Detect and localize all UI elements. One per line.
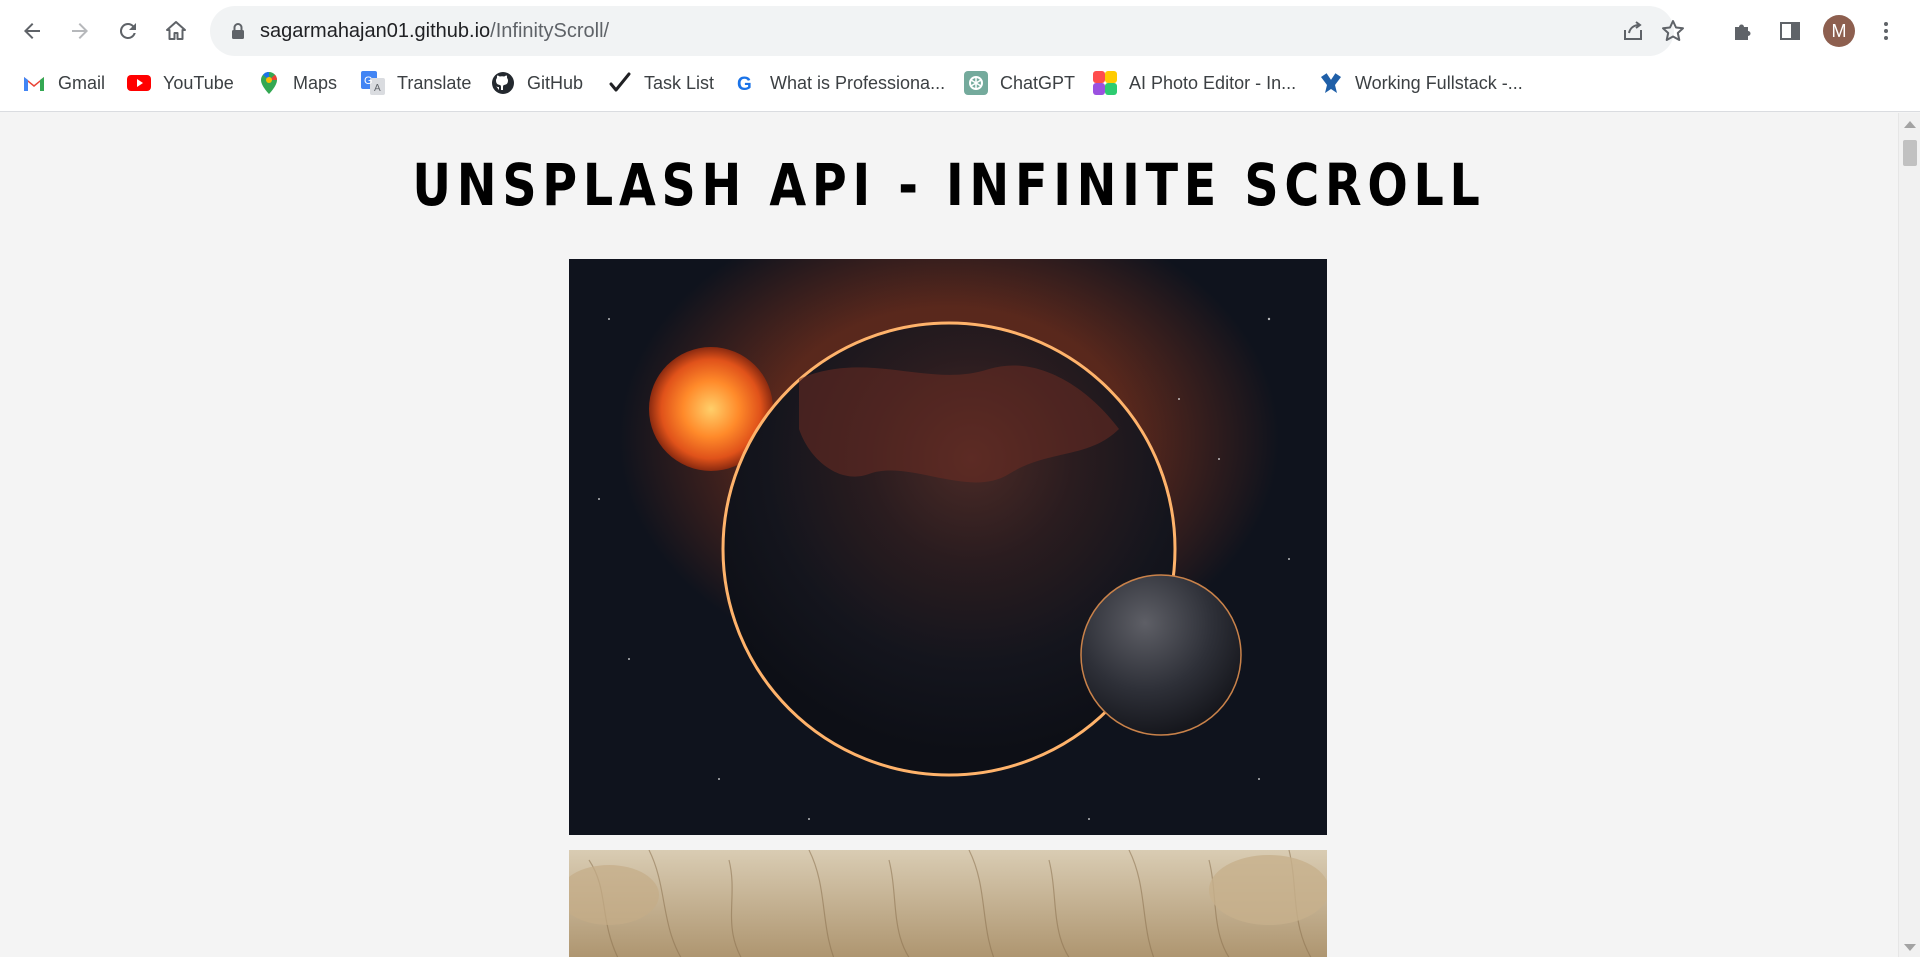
unsplash-image-2[interactable] [569, 850, 1327, 957]
translate-icon: GA [361, 71, 385, 95]
scroll-up-arrow-icon[interactable] [1904, 121, 1916, 128]
animal-fur-image [569, 850, 1327, 957]
checkmark-icon [608, 71, 632, 95]
bookmark-label: Translate [397, 72, 472, 93]
scrollbar-thumb[interactable] [1903, 140, 1917, 166]
bookmark-chatgpt[interactable]: ChatGPT [964, 68, 1075, 98]
github-icon [491, 71, 515, 95]
gmail-icon [22, 71, 46, 95]
scroll-down-arrow-icon[interactable] [1904, 944, 1916, 951]
bookmark-label: GitHub [527, 72, 584, 93]
forward-arrow-icon [72, 23, 88, 39]
browser-chrome: sagarmahajan01.github.io/InfinityScroll/… [0, 0, 1920, 112]
bookmark-task-list[interactable]: Task List [608, 68, 714, 98]
chatgpt-icon [964, 71, 988, 95]
back-button[interactable] [14, 13, 50, 49]
bookmark-translate[interactable]: GA Translate [361, 68, 471, 98]
url-path: /InfinityScroll/ [490, 20, 610, 42]
bookmark-label: ChatGPT [1000, 72, 1076, 93]
home-icon [166, 21, 186, 40]
side-panel-button[interactable] [1774, 15, 1806, 47]
bookmarks-bar: Gmail YouTube Maps GA Translate GitHub T… [0, 62, 1920, 104]
profile-avatar[interactable]: M [1823, 15, 1855, 47]
bookmark-gmail[interactable]: Gmail [22, 68, 105, 98]
photo-editor-icon [1093, 71, 1117, 95]
bookmark-youtube[interactable]: YouTube [127, 68, 234, 98]
back-arrow-icon [24, 23, 40, 39]
page-scrollbar[interactable] [1898, 113, 1920, 957]
kebab-menu-icon [1884, 22, 1888, 40]
browser-toolbar: sagarmahajan01.github.io/InfinityScroll/… [0, 0, 1920, 62]
bookmark-what-is-professional[interactable]: G What is Professiona... [734, 68, 945, 98]
menu-button[interactable] [1870, 15, 1902, 47]
bookmark-github[interactable]: GitHub [491, 68, 583, 98]
bookmark-label: What is Professiona... [770, 72, 946, 93]
puzzle-icon [1735, 24, 1751, 40]
fullstack-icon [1319, 71, 1343, 95]
bookmark-ai-photo-editor[interactable]: AI Photo Editor - In... [1093, 68, 1296, 98]
bookmark-label: YouTube [163, 72, 234, 93]
web-page: UNSPLASH API - INFINITE SCROLL [0, 113, 1898, 957]
forward-button[interactable] [62, 13, 98, 49]
bookmark-label: Gmail [58, 72, 106, 93]
side-panel-icon [1780, 22, 1800, 40]
reload-icon [119, 22, 136, 39]
g-icon: G [734, 71, 758, 95]
url-host: sagarmahajan01.github.io [260, 20, 491, 42]
bookmark-label: Maps [293, 72, 338, 93]
svg-text:G: G [364, 75, 373, 87]
bookmark-label: Task List [644, 72, 715, 93]
page-title: UNSPLASH API - INFINITE SCROLL [412, 151, 1486, 219]
bookmark-label: AI Photo Editor - In... [1129, 72, 1297, 93]
youtube-icon [127, 71, 151, 95]
reload-button[interactable] [110, 13, 146, 49]
svg-text:G: G [737, 74, 752, 94]
unsplash-image-1[interactable] [569, 259, 1327, 835]
lock-icon[interactable] [228, 21, 248, 41]
bookmark-maps[interactable]: Maps [257, 68, 337, 98]
planets-image [569, 259, 1327, 835]
bookmark-label: Working Fullstack -... [1355, 72, 1523, 93]
share-icon[interactable] [1620, 18, 1646, 44]
bookmark-star-icon[interactable] [1660, 18, 1686, 44]
maps-icon [257, 71, 281, 95]
home-button[interactable] [158, 13, 194, 49]
address-bar[interactable]: sagarmahajan01.github.io/InfinityScroll/ [210, 6, 1684, 56]
url-text[interactable]: sagarmahajan01.github.io/InfinityScroll/ [260, 20, 609, 43]
extensions-button[interactable] [1727, 15, 1759, 47]
bookmark-working-fullstack[interactable]: Working Fullstack -... [1319, 68, 1523, 98]
svg-text:A: A [374, 83, 381, 94]
